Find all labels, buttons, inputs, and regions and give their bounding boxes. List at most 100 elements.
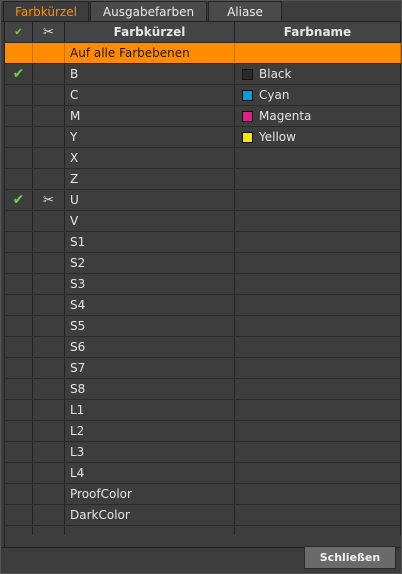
cut-cell[interactable] — [33, 169, 65, 189]
table-row[interactable]: S8 — [5, 379, 401, 400]
cut-cell[interactable] — [33, 358, 65, 378]
table-row[interactable]: S1 — [5, 232, 401, 253]
tab-aliase[interactable]: Aliase — [208, 1, 282, 22]
enabled-cell[interactable] — [5, 211, 33, 231]
colorname-cell[interactable] — [235, 337, 401, 357]
table-row[interactable]: L4 — [5, 463, 401, 484]
colorname-cell[interactable] — [235, 232, 401, 252]
shortcode-cell[interactable]: L2 — [65, 421, 235, 441]
enabled-cell[interactable] — [5, 358, 33, 378]
table-row[interactable]: S4 — [5, 295, 401, 316]
cut-cell[interactable] — [33, 253, 65, 273]
all-enabled-cell[interactable] — [5, 43, 33, 63]
shortcode-cell[interactable]: S4 — [65, 295, 235, 315]
cut-cell[interactable] — [33, 379, 65, 399]
shortcode-cell[interactable]: U — [65, 190, 235, 210]
colorname-cell[interactable]: Black — [235, 64, 401, 84]
colorname-cell[interactable] — [235, 190, 401, 210]
all-cut-cell[interactable] — [33, 43, 65, 63]
colorname-cell[interactable] — [235, 148, 401, 168]
all-colorname-cell[interactable] — [235, 43, 401, 63]
shortcode-cell[interactable]: S7 — [65, 358, 235, 378]
table-row[interactable]: X — [5, 148, 401, 169]
shortcode-cell[interactable]: V — [65, 211, 235, 231]
colorname-cell[interactable] — [235, 358, 401, 378]
table-row[interactable]: Z — [5, 169, 401, 190]
table-row[interactable]: ✔ B Black — [5, 64, 401, 85]
table-row[interactable]: C Cyan — [5, 85, 401, 106]
table-row[interactable]: S2 — [5, 253, 401, 274]
enabled-cell[interactable] — [5, 316, 33, 336]
cut-cell[interactable] — [33, 295, 65, 315]
colorname-cell[interactable] — [235, 484, 401, 504]
table-row[interactable]: S6 — [5, 337, 401, 358]
shortcode-cell[interactable]: S1 — [65, 232, 235, 252]
all-layers-row[interactable]: Auf alle Farbebenen — [5, 43, 401, 64]
cut-cell[interactable] — [33, 442, 65, 462]
cut-cell[interactable] — [33, 85, 65, 105]
shortcode-cell[interactable]: B — [65, 64, 235, 84]
header-cut[interactable]: ✂ — [33, 22, 65, 42]
table-row[interactable]: L3 — [5, 442, 401, 463]
colorname-cell[interactable] — [235, 253, 401, 273]
table-row[interactable]: S5 — [5, 316, 401, 337]
cut-cell[interactable] — [33, 64, 65, 84]
colorname-cell[interactable] — [235, 442, 401, 462]
cut-cell[interactable] — [33, 316, 65, 336]
enabled-cell[interactable] — [5, 421, 33, 441]
colorname-cell[interactable] — [235, 295, 401, 315]
table-row[interactable]: M Magenta — [5, 106, 401, 127]
colorname-cell[interactable] — [235, 421, 401, 441]
colorname-cell[interactable]: Yellow — [235, 127, 401, 147]
enabled-cell[interactable] — [5, 484, 33, 504]
shortcode-cell[interactable]: L3 — [65, 442, 235, 462]
colorname-cell[interactable] — [235, 379, 401, 399]
cut-cell[interactable] — [33, 421, 65, 441]
cut-cell[interactable] — [33, 505, 65, 525]
colorname-cell[interactable] — [235, 211, 401, 231]
cut-cell[interactable] — [33, 337, 65, 357]
table-row[interactable]: DarkColor — [5, 505, 401, 526]
header-colorname[interactable]: Farbname — [235, 22, 401, 42]
tab-ausgabefarben[interactable]: Ausgabefarben — [90, 1, 207, 22]
header-shortcode[interactable]: Farbkürzel — [65, 22, 235, 42]
colorname-cell[interactable]: Cyan — [235, 85, 401, 105]
colorname-cell[interactable] — [235, 274, 401, 294]
table-row[interactable]: V — [5, 211, 401, 232]
shortcode-cell[interactable]: X — [65, 148, 235, 168]
shortcode-cell[interactable]: ProofColor — [65, 484, 235, 504]
tab-farbkuerzel[interactable]: Farbkürzel — [3, 1, 89, 22]
cut-cell[interactable] — [33, 463, 65, 483]
table-row[interactable]: Y Yellow — [5, 127, 401, 148]
shortcode-cell[interactable]: L1 — [65, 400, 235, 420]
enabled-cell[interactable] — [5, 400, 33, 420]
cut-cell[interactable] — [33, 232, 65, 252]
colorname-cell[interactable] — [235, 505, 401, 525]
cut-cell[interactable] — [33, 148, 65, 168]
enabled-cell[interactable] — [5, 505, 33, 525]
enabled-cell[interactable] — [5, 106, 33, 126]
cut-cell[interactable] — [33, 400, 65, 420]
enabled-cell[interactable] — [5, 379, 33, 399]
enabled-cell[interactable] — [5, 463, 33, 483]
table-row[interactable]: ✔ ✂ U — [5, 190, 401, 211]
enabled-cell[interactable]: ✔ — [5, 64, 33, 84]
cut-cell[interactable] — [33, 127, 65, 147]
header-enabled[interactable]: ✔ — [5, 22, 33, 42]
enabled-cell[interactable] — [5, 337, 33, 357]
enabled-cell[interactable] — [5, 253, 33, 273]
enabled-cell[interactable] — [5, 295, 33, 315]
shortcode-cell[interactable]: Z — [65, 169, 235, 189]
enabled-cell[interactable] — [5, 442, 33, 462]
cut-cell[interactable] — [33, 484, 65, 504]
enabled-cell[interactable]: ✔ — [5, 190, 33, 210]
table-row[interactable]: S3 — [5, 274, 401, 295]
colorname-cell[interactable] — [235, 400, 401, 420]
shortcode-cell[interactable]: S3 — [65, 274, 235, 294]
enabled-cell[interactable] — [5, 169, 33, 189]
enabled-cell[interactable] — [5, 274, 33, 294]
table-row[interactable]: L1 — [5, 400, 401, 421]
shortcode-cell[interactable]: C — [65, 85, 235, 105]
table-row[interactable]: ProofColor — [5, 484, 401, 505]
shortcode-cell[interactable]: S2 — [65, 253, 235, 273]
